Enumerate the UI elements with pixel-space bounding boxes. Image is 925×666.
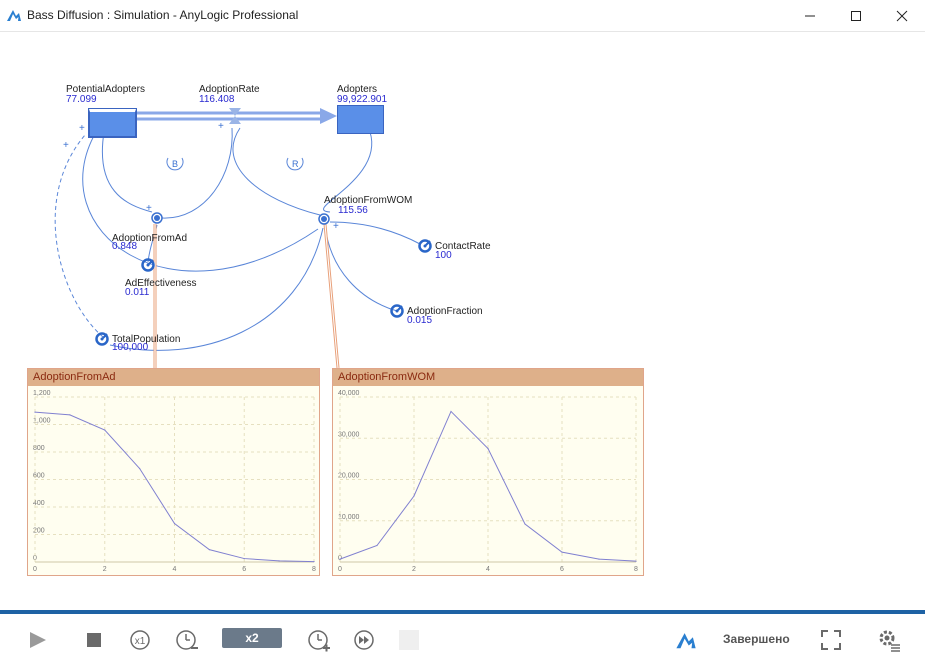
parameter-contact-rate-icon[interactable] (418, 239, 432, 253)
data-point (450, 410, 452, 413)
slow-down-button[interactable] (174, 628, 200, 652)
aux-adoption-from-wom-value: 115.56 (338, 205, 368, 216)
parameter-ad-effectiveness-icon[interactable] (141, 258, 155, 272)
maximize-button[interactable] (833, 0, 879, 31)
maximize-icon (851, 10, 861, 21)
chart-adoption-from-wom-title: AdoptionFromWOM (333, 369, 643, 386)
realtime-x1-icon: x1 (130, 630, 150, 650)
anylogic-logo-icon (676, 633, 696, 649)
stock-potential-adopters[interactable] (88, 108, 137, 138)
polarity-mark: + (63, 140, 69, 151)
y-tick-label: 1,000 (33, 418, 51, 425)
flow-adoption-rate-value: 116.408 (199, 94, 235, 105)
close-button[interactable] (879, 0, 925, 31)
y-tick-label: 20,000 (338, 473, 360, 480)
parameter-contact-rate-value: 100 (435, 250, 452, 261)
x-tick-label: 4 (173, 566, 177, 573)
y-tick-label: 10,000 (338, 514, 360, 521)
stock-adopters-value: 99,922.901 (337, 94, 388, 105)
stop-icon (87, 633, 101, 647)
polarity-mark: + (146, 203, 152, 214)
settings-icon (879, 630, 900, 652)
x-tick-label: 0 (33, 566, 37, 573)
run-button[interactable] (26, 628, 50, 652)
speed-indicator: x2 (222, 628, 282, 648)
loop-reinforcing-label: R (292, 159, 299, 169)
chart-adoption-from-ad-title: AdoptionFromAd (28, 369, 319, 386)
fast-forward-button[interactable] (352, 628, 376, 652)
parameter-adoption-fraction-icon[interactable] (390, 304, 404, 318)
parameter-adoption-fraction-value: 0.015 (407, 315, 433, 326)
window-title: Bass Diffusion : Simulation - AnyLogic P… (27, 8, 299, 22)
x-tick-label: 4 (486, 566, 490, 573)
settings-button[interactable] (876, 628, 902, 652)
x-tick-label: 6 (560, 566, 564, 573)
polarity-mark: + (333, 221, 339, 232)
data-point (208, 549, 210, 551)
data-point (487, 447, 489, 450)
data-point (69, 414, 71, 416)
y-tick-label: 40,000 (338, 390, 360, 397)
chart-adoption-from-ad: 02004006008001,0001,2000 2 4 6 8 (33, 390, 316, 573)
loop-balancing-label: B (172, 159, 179, 169)
x-tick-label: 6 (242, 566, 246, 573)
data-point (561, 551, 563, 553)
data-point (243, 557, 245, 560)
fullscreen-button[interactable] (819, 628, 843, 652)
y-tick-label: 1,200 (33, 390, 51, 397)
data-point (34, 411, 36, 413)
x-tick-label: 2 (412, 566, 416, 573)
speed-up-icon (308, 630, 330, 652)
parameter-total-population-icon[interactable] (95, 332, 109, 346)
x-tick-label: 2 (103, 566, 107, 573)
close-icon (896, 10, 908, 21)
realtime-button[interactable]: x1 (128, 628, 152, 652)
data-point (139, 467, 141, 470)
play-icon (30, 632, 46, 648)
data-point (598, 558, 600, 560)
data-point (635, 560, 637, 562)
step-icon (399, 630, 419, 650)
x-tick-label: 8 (634, 566, 638, 573)
polarity-mark: + (79, 123, 85, 134)
minimize-button[interactable] (787, 0, 833, 31)
aux-adoption-from-ad-value: 0.848 (112, 241, 138, 252)
chart-adoption-from-wom: 010,00020,00030,00040,0000 2 4 6 8 (338, 390, 638, 573)
anylogic-app-icon (7, 10, 21, 21)
fast-forward-icon (354, 630, 374, 650)
data-point (313, 560, 315, 563)
step-button[interactable] (398, 628, 420, 652)
stock-adopters[interactable] (337, 105, 384, 134)
minimize-icon (805, 15, 815, 16)
x-tick-label: 8 (312, 566, 316, 573)
simulation-status: Завершено (723, 632, 790, 646)
model-canvas[interactable]: PotentialAdopters 77.099 Adopters 99,922… (0, 31, 925, 611)
x-tick-label: 0 (338, 566, 342, 573)
data-point (278, 560, 280, 562)
polarity-mark: + (218, 121, 224, 132)
data-point (339, 558, 341, 560)
anylogic-logo (672, 628, 700, 652)
stock-potential-adopters-value: 77.099 (66, 94, 97, 105)
chart-adoption-from-ad-panel[interactable]: AdoptionFromAd 0 200 400 600 800 1,000 1,200 0 2… (27, 368, 320, 576)
speed-up-button[interactable] (306, 628, 332, 652)
data-point (524, 523, 526, 525)
slow-down-icon (176, 630, 198, 650)
data-point (413, 495, 415, 497)
data-point (173, 522, 176, 525)
window-titlebar: Bass Diffusion : Simulation - AnyLogic P… (0, 0, 925, 32)
parameter-total-population-value: 100,000 (112, 342, 149, 353)
data-point (104, 429, 106, 431)
chart-adoption-from-wom-panel[interactable]: AdoptionFromWOM 0 10,000 20,000 30,000 40,00… (332, 368, 644, 576)
parameter-ad-effectiveness-value: 0.011 (125, 287, 150, 298)
svg-text:x1: x1 (135, 636, 146, 647)
data-point (376, 544, 378, 547)
simulation-toolbar: x1 x2 Завершено (0, 610, 925, 666)
fullscreen-icon (821, 630, 841, 650)
stop-button[interactable] (84, 628, 104, 652)
y-tick-label: 30,000 (338, 431, 360, 438)
